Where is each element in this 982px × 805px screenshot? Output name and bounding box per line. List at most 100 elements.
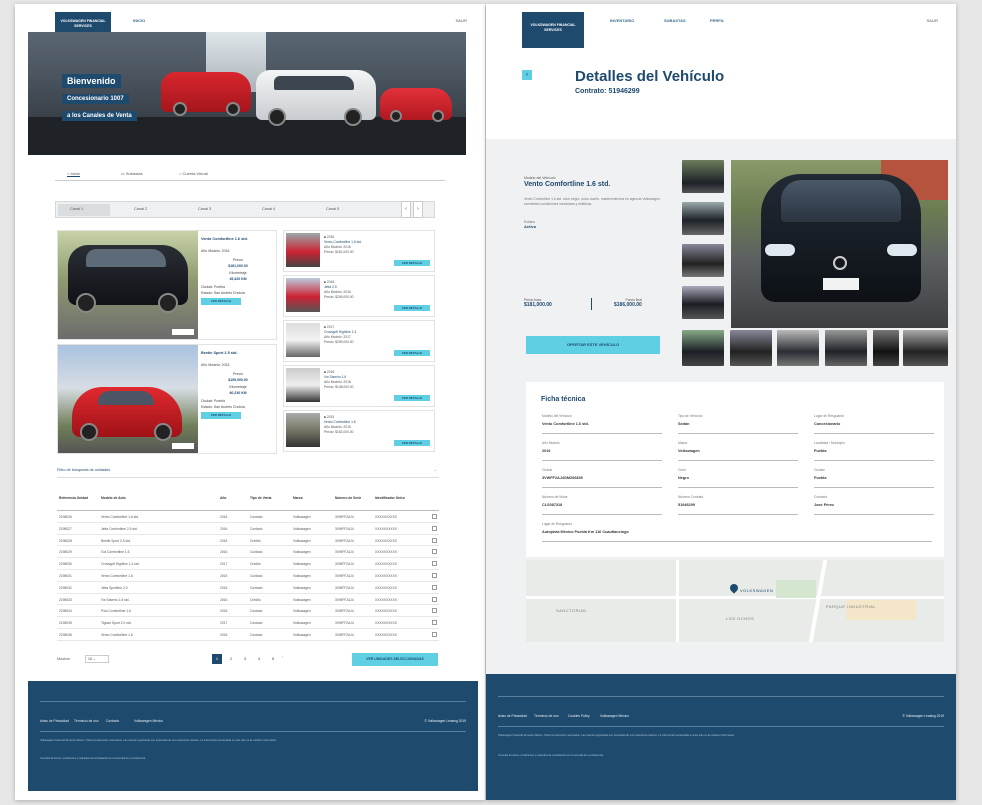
- footer-link[interactable]: Aviso de Privacidad: [498, 714, 527, 718]
- channel-2[interactable]: Canal 2: [134, 207, 147, 211]
- row-checkbox[interactable]: [432, 631, 437, 637]
- nav-inventario[interactable]: INVENTARIO: [610, 18, 634, 23]
- tab-subastas[interactable]: ▭ Subastas: [121, 171, 143, 176]
- gallery-thumb[interactable]: [682, 202, 724, 235]
- view-detail-button[interactable]: VER DETALLE: [201, 412, 241, 419]
- page-link[interactable]: 1: [212, 654, 222, 664]
- footer-link[interactable]: Contacto: [106, 719, 119, 723]
- listing-thumb[interactable]: [286, 323, 320, 357]
- listing-thumb[interactable]: [286, 368, 320, 402]
- listing-card[interactable]: ■ 2016 Vw Saveiro 1.6 Año Modelo: 2016 P…: [283, 365, 435, 407]
- location-map[interactable]: VOLKSWAGEN SANCTORUM LOS OCHOS PARQUE IN…: [526, 560, 944, 642]
- gallery-thumb[interactable]: [682, 160, 724, 193]
- gallery-thumb[interactable]: [825, 330, 867, 366]
- gallery-thumb[interactable]: [682, 244, 724, 277]
- view-detail-button[interactable]: VER DETALLE: [394, 440, 430, 446]
- channel-5[interactable]: Canal 5: [326, 207, 339, 211]
- gallery-thumb[interactable]: [903, 330, 948, 366]
- table-row[interactable]: 2198032 Jetta Sportline 2.0 2016 Contado Vol…: [57, 582, 439, 594]
- footer-link[interactable]: Términos de uso: [534, 714, 559, 718]
- row-checkbox[interactable]: [432, 572, 437, 578]
- view-selected-button[interactable]: VER UNIDADES SELECCIONADAS: [352, 653, 438, 666]
- filter-accordion[interactable]: Filtro de búsqueda de unidades ⌄: [57, 464, 439, 478]
- logout-link[interactable]: SALIR: [926, 18, 938, 23]
- channel-3[interactable]: Canal 3: [198, 207, 211, 211]
- channel-1[interactable]: Canal 1: [70, 207, 83, 211]
- table-row[interactable]: 2198028 Beetle Sport 2.5 std. 2015 Crédito V…: [57, 535, 439, 547]
- logout-link[interactable]: SALIR: [455, 18, 467, 23]
- footer-link[interactable]: Aviso de Privacidad: [40, 719, 69, 723]
- gallery-thumb[interactable]: [873, 330, 899, 366]
- row-checkbox[interactable]: [432, 596, 437, 602]
- listing-card[interactable]: ■ 2016 Jetta 2.5 Año Modelo: 2016 Precio…: [283, 275, 435, 317]
- gallery-thumb[interactable]: [777, 330, 819, 366]
- row-checkbox[interactable]: [432, 537, 437, 543]
- carousel-prev-icon[interactable]: ‹: [401, 201, 411, 218]
- col-header[interactable]: Referencia Unidad: [59, 496, 89, 500]
- table-row[interactable]: 2198036 Vento Comfortline 1.6 2016 Contado V…: [57, 629, 439, 641]
- page-link[interactable]: 4: [254, 654, 264, 664]
- table-row[interactable]: 2198030 Crossgolf Highline 1.4 std. 2017 Cr…: [57, 558, 439, 570]
- row-checkbox[interactable]: [432, 608, 437, 614]
- tab-cuenta[interactable]: ○ Cuenta Virtual: [179, 171, 208, 176]
- listing-photo[interactable]: [58, 345, 198, 453]
- view-detail-button[interactable]: VER DETALLE: [201, 298, 241, 305]
- view-detail-button[interactable]: VER DETALLE: [394, 305, 430, 311]
- table-row[interactable]: 2198031 Vento Comfortline 1.6 2015 Contado V…: [57, 570, 439, 582]
- listing-card[interactable]: ■ 2015 Vento Comfortline 1.6 Año Modelo:…: [283, 410, 435, 452]
- col-header[interactable]: Identificador Único: [375, 496, 405, 500]
- gallery-thumb[interactable]: [730, 330, 772, 366]
- carousel-next-icon[interactable]: ›: [413, 201, 423, 218]
- view-detail-button[interactable]: VER DETALLE: [394, 260, 430, 266]
- view-detail-button[interactable]: VER DETALLE: [394, 395, 430, 401]
- col-header[interactable]: Marca: [293, 496, 303, 500]
- table-row[interactable]: 2198033 Vw Saveiro 1.6 std. 2016 Crédito Vol…: [57, 594, 439, 606]
- brand-logo[interactable]: VOLKSWAGEN FINANCIAL SERVICES: [522, 12, 584, 48]
- featured-listing[interactable]: Beetle Sport 2.5 std. Año Modelo: 2015 P…: [57, 344, 277, 454]
- channel-4[interactable]: Canal 4: [262, 207, 275, 211]
- gallery-thumb[interactable]: [682, 286, 724, 319]
- listing-title[interactable]: Beetle Sport 2.5 std.: [201, 351, 275, 357]
- back-button[interactable]: ‹: [522, 70, 532, 80]
- page-link[interactable]: 3: [240, 654, 250, 664]
- footer-link[interactable]: Volkswagen México: [134, 719, 163, 723]
- map-pin-icon[interactable]: [728, 582, 740, 594]
- listing-photo[interactable]: [58, 231, 198, 339]
- table-row[interactable]: 2198026 Vento Comfortline 1.6 std. 2016 Con…: [57, 511, 439, 523]
- listing-thumb[interactable]: [286, 278, 320, 312]
- nav-subastas[interactable]: SUBASTAS: [664, 18, 686, 23]
- listing-thumb[interactable]: [286, 233, 320, 267]
- nav-inicio[interactable]: INICIO: [133, 18, 145, 23]
- row-checkbox[interactable]: [432, 620, 437, 626]
- main-vehicle-photo[interactable]: [731, 160, 948, 328]
- table-row[interactable]: 2198027 Jetta Comfortline 2.5 std. 2016 Con…: [57, 523, 439, 535]
- page-link[interactable]: 2: [226, 654, 236, 664]
- listing-card[interactable]: ■ 2017 Crossgolf Highline 1.4 Año Modelo…: [283, 320, 435, 362]
- col-header[interactable]: Modelo de Auto: [101, 496, 126, 500]
- next-page-icon[interactable]: ›: [282, 654, 290, 664]
- listing-thumb[interactable]: [286, 413, 320, 447]
- footer-link[interactable]: Términos de uso: [74, 719, 99, 723]
- page-link[interactable]: 5: [268, 654, 278, 664]
- table-row[interactable]: 2198034 Polo Comfortline 1.6 2016 Contado Vo…: [57, 605, 439, 618]
- bid-button[interactable]: OFERTAR ESTE VEHÍCULO: [526, 336, 660, 354]
- table-row[interactable]: 2198035 Tiguan Sport 2.0 std. 2017 Contado V…: [57, 617, 439, 629]
- col-header[interactable]: Número de Serie: [335, 496, 365, 500]
- featured-listing[interactable]: Vento Comfortline 1.6 std. Año Modelo: 2…: [57, 230, 277, 340]
- footer-link[interactable]: Volkswagen México: [600, 714, 629, 718]
- gallery-thumb[interactable]: [682, 330, 724, 366]
- table-row[interactable]: 2198029 Gol Comfortline 1.6 2016 Contado Vol…: [57, 546, 439, 559]
- page-size-select[interactable]: 10 ⌄: [85, 655, 109, 663]
- row-checkbox[interactable]: [432, 514, 437, 519]
- tab-inicio[interactable]: ⌂ Inicio: [67, 171, 80, 177]
- listing-card[interactable]: ■ 2016 Vento Comfortline 1.6 std. Año Mo…: [283, 230, 435, 272]
- listing-title[interactable]: Vento Comfortline 1.6 std.: [201, 237, 275, 243]
- row-checkbox[interactable]: [432, 561, 437, 567]
- row-checkbox[interactable]: [432, 549, 437, 555]
- col-header[interactable]: Año: [220, 496, 226, 500]
- footer-link[interactable]: Cookies Policy: [568, 714, 590, 718]
- col-header[interactable]: Tipo de Venta: [250, 496, 271, 500]
- row-checkbox[interactable]: [432, 584, 437, 590]
- row-checkbox[interactable]: [432, 525, 437, 531]
- nav-perfil[interactable]: PERFIL: [710, 18, 724, 23]
